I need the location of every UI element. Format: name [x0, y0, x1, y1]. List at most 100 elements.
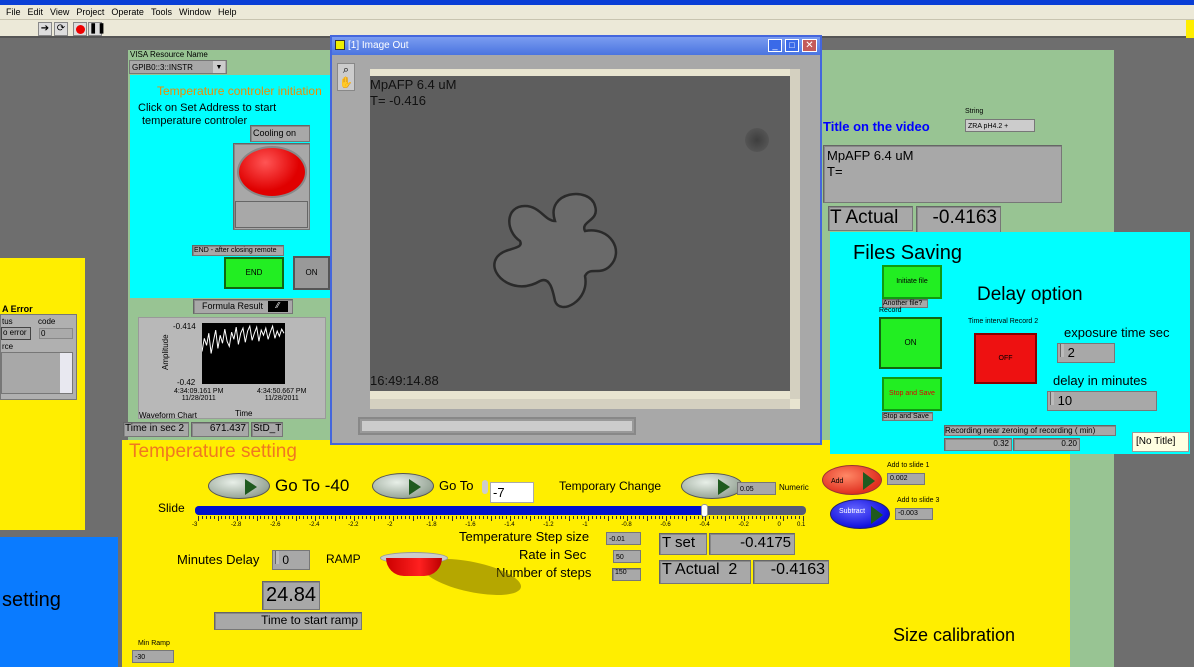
menu-view[interactable]: View: [48, 5, 74, 19]
add-button[interactable]: Add: [822, 465, 882, 495]
slide-tick: [646, 516, 648, 521]
stop-and-save-button[interactable]: Stop and Save: [882, 377, 942, 411]
slide-tick: [521, 516, 523, 519]
close-icon[interactable]: ✕: [802, 39, 817, 52]
tc-instructions-2: temperature controler: [142, 115, 248, 127]
pause-icon[interactable]: ❚❚: [88, 22, 106, 36]
slide-tick-label: 0: [777, 522, 781, 528]
tc-instructions-1: Click on Set Address to start: [138, 102, 277, 114]
menu-help[interactable]: Help: [216, 5, 242, 19]
slide-tick: [490, 516, 492, 521]
minimize-icon[interactable]: _: [768, 39, 782, 52]
menu-tools[interactable]: Tools: [149, 5, 177, 19]
slide-tick: [397, 516, 399, 519]
slide-tick: [205, 516, 207, 519]
slide-tick: [518, 516, 520, 519]
slide-tick: [217, 516, 219, 521]
string-input[interactable]: ZRA pH4.2 +: [965, 119, 1035, 132]
y-min-label: -0.42: [177, 378, 196, 387]
on-button[interactable]: ON: [293, 256, 330, 290]
waveform-plot: [202, 323, 285, 384]
y-max-label: -0.414: [173, 322, 196, 331]
subtract-button[interactable]: Subtract: [830, 499, 890, 529]
add-to-slide-3-input[interactable]: -0.003: [895, 508, 933, 520]
spinner-icon[interactable]: [482, 480, 488, 494]
slide-tick: [209, 516, 211, 519]
minutes-delay-input[interactable]: 0: [272, 550, 310, 570]
record-button[interactable]: ON: [879, 317, 942, 369]
pan-hand-icon[interactable]: ✋: [338, 77, 354, 90]
slide-tick: [748, 516, 750, 519]
slide-tick: [689, 516, 691, 519]
go-to-input[interactable]: -7: [490, 482, 534, 503]
spinner-icon[interactable]: [1050, 392, 1054, 405]
numeric-input[interactable]: 0.05: [737, 482, 776, 495]
horizontal-scrollbar[interactable]: [370, 399, 790, 409]
slide-tick: [260, 516, 262, 519]
abort-icon[interactable]: [73, 22, 87, 36]
image-tools: ⌕ ✋: [337, 63, 355, 91]
run-arrow-icon[interactable]: ➔: [38, 22, 52, 36]
menu-file[interactable]: File: [4, 5, 26, 19]
slide-tick: [334, 516, 336, 521]
step-size-input[interactable]: -0.01: [606, 532, 641, 545]
run-continuously-icon[interactable]: ⟳: [54, 22, 68, 36]
recording-value-1: 0.32: [944, 438, 1012, 451]
time-sec-label: Time in sec 2: [123, 422, 189, 437]
video-title-text[interactable]: MpAFP 6.4 uM T=: [823, 145, 1062, 203]
menu-window[interactable]: Window: [177, 5, 216, 19]
maximize-icon[interactable]: □: [785, 39, 799, 52]
slide-track[interactable]: [195, 504, 806, 517]
slide-tick: [736, 516, 738, 519]
slide-tick-label: -0.6: [660, 522, 671, 528]
vertical-scrollbar[interactable]: [790, 69, 800, 399]
slide-tick-label: -1: [582, 522, 588, 528]
time-interval-label: Time interval Record 2: [968, 318, 1039, 325]
slide-tick: [248, 516, 250, 519]
slide-tick: [369, 516, 371, 519]
slide-tick: [502, 516, 504, 519]
slide-tick: [377, 516, 379, 519]
slide-tick-label: -2.4: [309, 522, 320, 528]
slide-tick: [596, 516, 598, 519]
slide-tick: [627, 516, 629, 521]
temporary-change-button[interactable]: [681, 473, 743, 499]
code-value: 0: [39, 328, 73, 339]
zoom-icon[interactable]: ⌕: [338, 64, 354, 77]
initiate-file-button[interactable]: Initiate file: [882, 265, 942, 299]
slide-tick: [510, 516, 512, 521]
slide-tick: [537, 516, 539, 519]
x-start-label: 4:34:09.161 PM 11/28/2011: [174, 388, 224, 402]
slide-tick-label: -3: [192, 522, 198, 528]
step-size-label: Temperature Step size: [459, 529, 590, 544]
go-to-40-button[interactable]: [208, 473, 270, 499]
rate-input[interactable]: 50: [613, 550, 641, 563]
size-calibration-label: Size calibration: [893, 625, 1016, 645]
scrollbar[interactable]: [60, 353, 72, 393]
chevron-down-icon[interactable]: ▼: [213, 61, 225, 73]
slide-tick: [311, 516, 313, 519]
add-to-slide-1-input[interactable]: 0.002: [887, 473, 925, 485]
image-display[interactable]: MpAFP 6.4 uM T= -0.416 16:49:14.88: [370, 76, 790, 391]
slide-tick-label: -0.4: [699, 522, 710, 528]
visa-resource-select[interactable]: GPIB0::3::INSTR ▼: [129, 60, 227, 74]
x-end-label: 4:34:50.667 PM 11/28/2011: [257, 388, 307, 402]
time-interval-button[interactable]: OFF: [974, 333, 1037, 384]
setting-panel: setting: [0, 537, 118, 667]
slide-tick: [467, 516, 469, 519]
menu-edit[interactable]: Edit: [26, 5, 49, 19]
slide-tick: [564, 516, 566, 519]
overlay-title: MpAFP 6.4 uM: [370, 77, 457, 92]
slide-tick: [233, 516, 235, 519]
exposure-input[interactable]: 2: [1057, 343, 1115, 363]
window-title-bar[interactable]: [1] Image Out _ □ ✕: [332, 37, 820, 55]
end-button[interactable]: END: [224, 257, 284, 289]
menu-project[interactable]: Project: [74, 5, 109, 19]
spinner-icon[interactable]: [275, 551, 279, 564]
delay-minutes-input[interactable]: 10: [1047, 391, 1157, 411]
menu-operate[interactable]: Operate: [109, 5, 149, 19]
spinner-icon[interactable]: [1060, 344, 1064, 357]
go-to-button[interactable]: [372, 473, 434, 499]
slide-tick: [654, 516, 656, 519]
min-ramp-input[interactable]: -30: [132, 650, 174, 663]
